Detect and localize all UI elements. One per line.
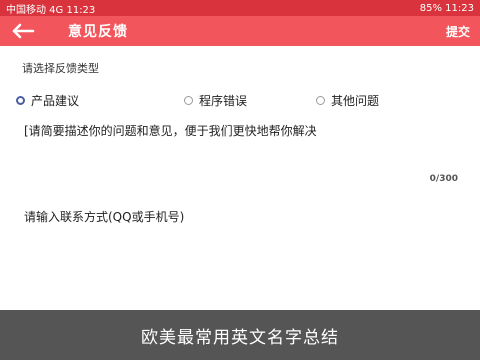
feedback-form: 请选择反馈类型 产品建议 程序错误 其他问题 0/300	[0, 46, 480, 310]
status-bar-left-text: 中国移动 4G 11:23	[6, 4, 96, 16]
radio-label: 程序错误	[199, 93, 248, 108]
radio-label: 产品建议	[31, 93, 80, 108]
status-bar-left: 中国移动 4G 11:23	[6, 1, 95, 16]
character-counter: 0/300	[429, 174, 458, 184]
radio-unselected-icon[interactable]	[184, 95, 193, 105]
radio-unselected-icon[interactable]	[316, 95, 325, 105]
radio-label: 其他问题	[331, 93, 380, 108]
app-toolbar: 意见反馈 提交	[0, 16, 480, 46]
radio-program-error[interactable]: 程序错误	[184, 90, 247, 110]
status-bar: 中国移动 4G 11:23 85% 11:23	[0, 0, 480, 16]
contact-input[interactable]	[24, 206, 460, 228]
radio-selected-icon[interactable]	[16, 95, 25, 105]
radio-product-suggestion[interactable]: 产品建议	[16, 90, 79, 110]
status-bar-right-text: 85% 11:23	[419, 2, 474, 14]
description-input[interactable]	[24, 120, 460, 142]
submit-button[interactable]: 提交	[446, 23, 470, 40]
arrow-left-icon[interactable]	[10, 18, 36, 44]
caption-banner: 欧美最常用英文名字总结	[0, 310, 480, 360]
radio-other-issue[interactable]: 其他问题	[316, 90, 379, 110]
feedback-type-options: 产品建议 程序错误 其他问题	[16, 90, 466, 110]
feedback-type-label: 请选择反馈类型	[22, 62, 99, 75]
caption-text: 欧美最常用英文名字总结	[141, 327, 339, 348]
page-title: 意见反馈	[68, 24, 128, 40]
status-bar-right: 85% 11:23	[420, 3, 474, 14]
